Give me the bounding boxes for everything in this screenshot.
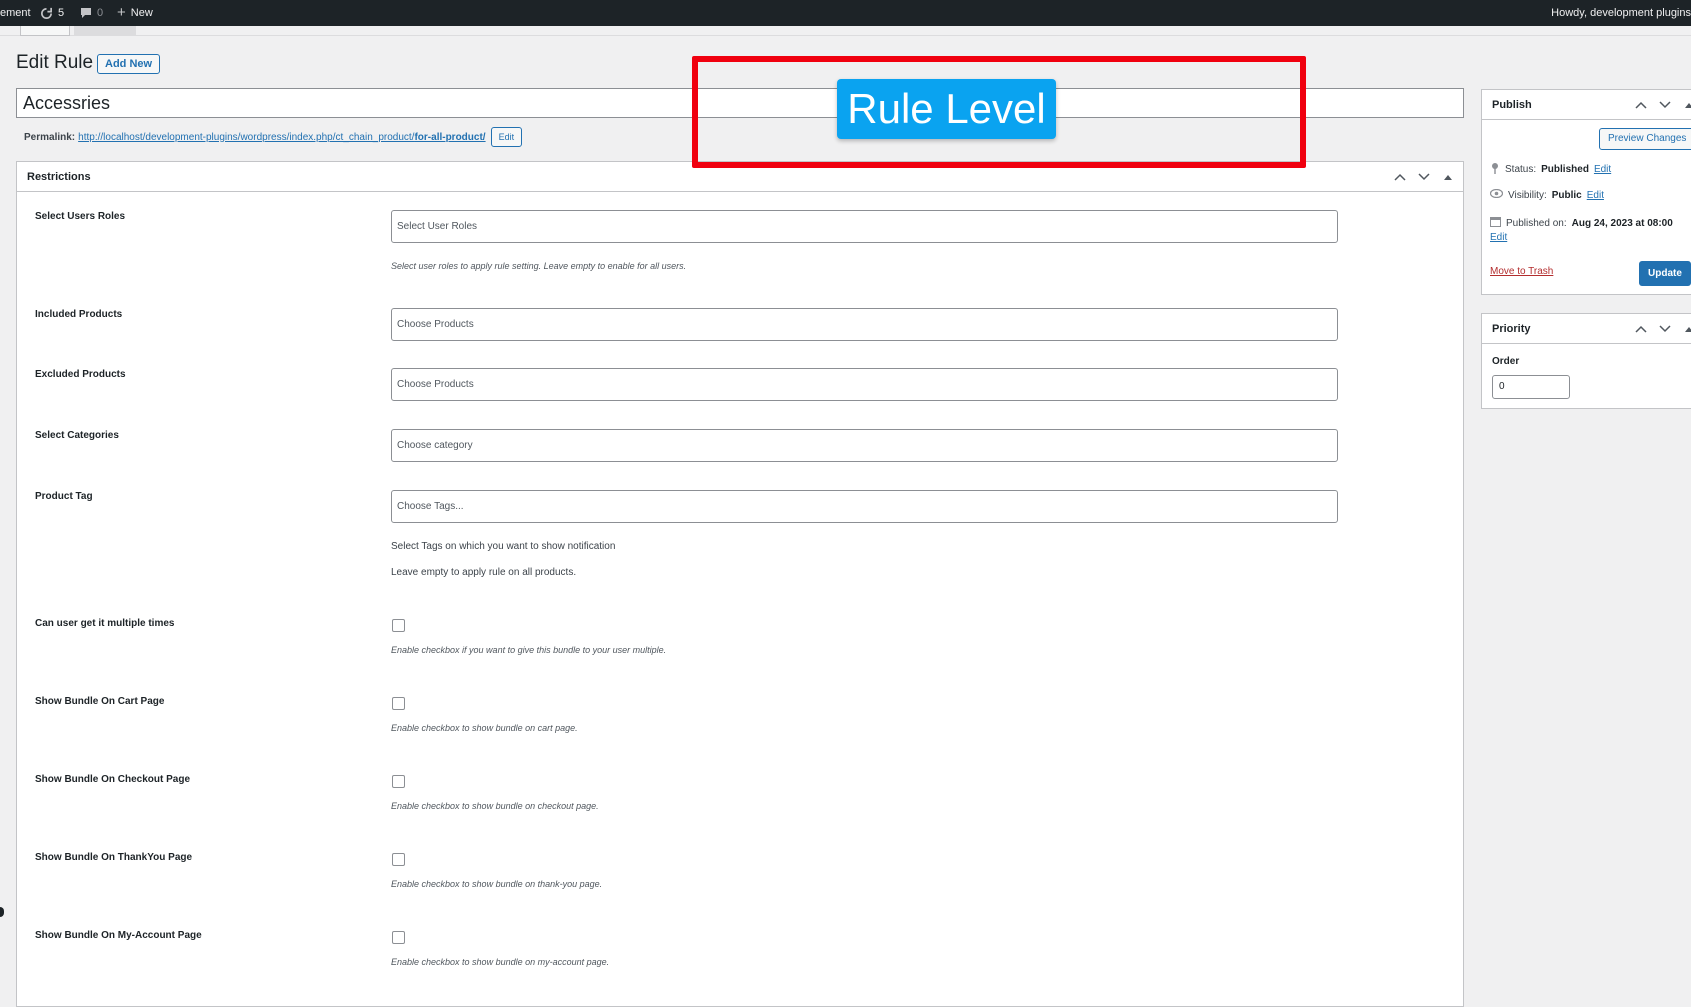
status-label: Status: — [1505, 164, 1537, 175]
calendar-icon — [1490, 216, 1501, 230]
product-tag-label: Product Tag — [35, 491, 93, 502]
screen-options-tab[interactable] — [20, 26, 70, 36]
thankyou-page-label: Show Bundle On ThankYou Page — [35, 852, 193, 863]
myaccount-page-description: Enable checkbox to show bundle on my-acc… — [391, 957, 610, 967]
permalink-edit-button[interactable]: Edit — [490, 127, 523, 147]
comments-link[interactable]: 0 — [80, 0, 103, 26]
permalink-link[interactable]: http://localhost/development-plugins/wor… — [78, 132, 485, 143]
checkout-page-checkbox[interactable] — [392, 775, 405, 788]
published-edit-link[interactable]: Edit — [1490, 232, 1507, 243]
published-on-row: Published on: Aug 24, 2023 at 08:00 — [1490, 216, 1673, 230]
categories-label: Select Categories — [35, 430, 119, 441]
excluded-products-select[interactable]: Choose Products — [391, 368, 1338, 401]
publish-header[interactable]: Publish — [1482, 90, 1691, 120]
collapse-toggle-icon[interactable] — [1441, 170, 1455, 184]
restrictions-metabox: Restrictions Select Users Roles Select U… — [16, 161, 1464, 1007]
restrictions-title: Restrictions — [27, 170, 91, 183]
visibility-value: Public — [1551, 189, 1582, 201]
thankyou-page-checkbox[interactable] — [392, 853, 405, 866]
move-down-icon[interactable] — [1658, 322, 1672, 336]
order-label: Order — [1492, 356, 1520, 367]
new-label: New — [130, 7, 153, 19]
move-up-icon[interactable] — [1634, 98, 1648, 112]
howdy-account-link[interactable]: Howdy, development plugins — [1551, 0, 1691, 26]
scroll-indicator — [0, 907, 4, 917]
published-value: Aug 24, 2023 at 08:00 — [1571, 217, 1673, 229]
checkout-page-label: Show Bundle On Checkout Page — [35, 774, 191, 785]
eye-icon — [1489, 188, 1504, 201]
permalink-slug: for-all-product/ — [414, 131, 486, 143]
multiple-times-description: Enable checkbox if you want to give this… — [391, 645, 667, 655]
user-roles-label: Select Users Roles — [35, 211, 126, 222]
thankyou-page-description: Enable checkbox to show bundle on thank-… — [391, 879, 603, 889]
excluded-products-label: Excluded Products — [35, 369, 126, 380]
move-down-icon[interactable] — [1417, 170, 1431, 184]
permalink-base: http://localhost/development-plugins/wor… — [78, 131, 415, 143]
categories-select[interactable]: Choose category — [391, 429, 1338, 462]
new-content-link[interactable]: + New — [117, 0, 153, 26]
collapse-toggle-icon[interactable] — [1682, 322, 1691, 336]
visibility-row: Visibility: Public Edit — [1489, 188, 1604, 201]
updates-count: 5 — [58, 7, 65, 19]
priority-metabox: Priority Order 0 — [1481, 313, 1691, 409]
plus-icon: + — [117, 4, 126, 21]
move-down-icon[interactable] — [1658, 98, 1672, 112]
admin-bar: ement 5 0 + New Howdy, development plugi… — [0, 0, 1691, 26]
help-tab[interactable] — [74, 26, 136, 36]
visibility-label: Visibility: — [1508, 189, 1547, 201]
permalink-row: Permalink: http://localhost/development-… — [24, 127, 523, 147]
pin-icon — [1490, 162, 1500, 177]
checkout-page-description: Enable checkbox to show bundle on checko… — [391, 801, 599, 811]
included-products-label: Included Products — [35, 309, 123, 320]
multiple-times-label: Can user get it multiple times — [35, 618, 175, 629]
priority-title: Priority — [1492, 322, 1531, 335]
myaccount-page-label: Show Bundle On My-Account Page — [35, 930, 202, 941]
product-tag-description-2: Leave empty to apply rule on all product… — [391, 567, 577, 578]
myaccount-page-checkbox[interactable] — [392, 931, 405, 944]
preview-changes-button[interactable]: Preview Changes — [1599, 128, 1691, 150]
cart-page-label: Show Bundle On Cart Page — [35, 696, 165, 707]
comments-count: 0 — [97, 7, 104, 19]
move-up-icon[interactable] — [1634, 322, 1648, 336]
status-edit-link[interactable]: Edit — [1594, 164, 1611, 175]
screen-tabs-strip — [0, 26, 1691, 36]
included-products-select[interactable]: Choose Products — [391, 308, 1338, 341]
user-roles-select[interactable]: Select User Roles — [391, 210, 1338, 243]
publish-title: Publish — [1492, 98, 1532, 111]
order-input[interactable]: 0 — [1492, 375, 1570, 399]
page-title: Edit Rule — [16, 52, 94, 73]
status-row: Status: Published Edit — [1490, 162, 1611, 177]
rule-level-badge: Rule Level — [837, 79, 1056, 139]
add-new-button[interactable]: Add New — [97, 54, 161, 74]
status-value: Published — [1541, 164, 1589, 175]
cart-page-checkbox[interactable] — [392, 697, 405, 710]
product-tag-select[interactable]: Choose Tags... — [391, 490, 1338, 523]
move-up-icon[interactable] — [1393, 170, 1407, 184]
multiple-times-checkbox[interactable] — [392, 619, 405, 632]
user-roles-description: Select user roles to apply rule setting.… — [391, 261, 687, 271]
permalink-label: Permalink: — [24, 131, 76, 143]
product-tag-description-1: Select Tags on which you want to show no… — [391, 541, 616, 552]
update-button[interactable]: Update — [1639, 261, 1691, 286]
publish-metabox: Publish Preview Changes Status: Publishe… — [1481, 89, 1691, 295]
visibility-edit-link[interactable]: Edit — [1587, 190, 1604, 201]
comment-icon — [81, 8, 91, 18]
priority-header[interactable]: Priority — [1482, 314, 1691, 344]
updates-icon — [41, 7, 52, 19]
updates-link[interactable]: 5 — [40, 0, 64, 26]
move-to-trash-link[interactable]: Move to Trash — [1490, 266, 1553, 277]
published-label: Published on: — [1506, 217, 1567, 229]
collapse-toggle-icon[interactable] — [1682, 98, 1691, 112]
site-name-link[interactable]: ement — [0, 0, 31, 26]
cart-page-description: Enable checkbox to show bundle on cart p… — [391, 723, 578, 733]
